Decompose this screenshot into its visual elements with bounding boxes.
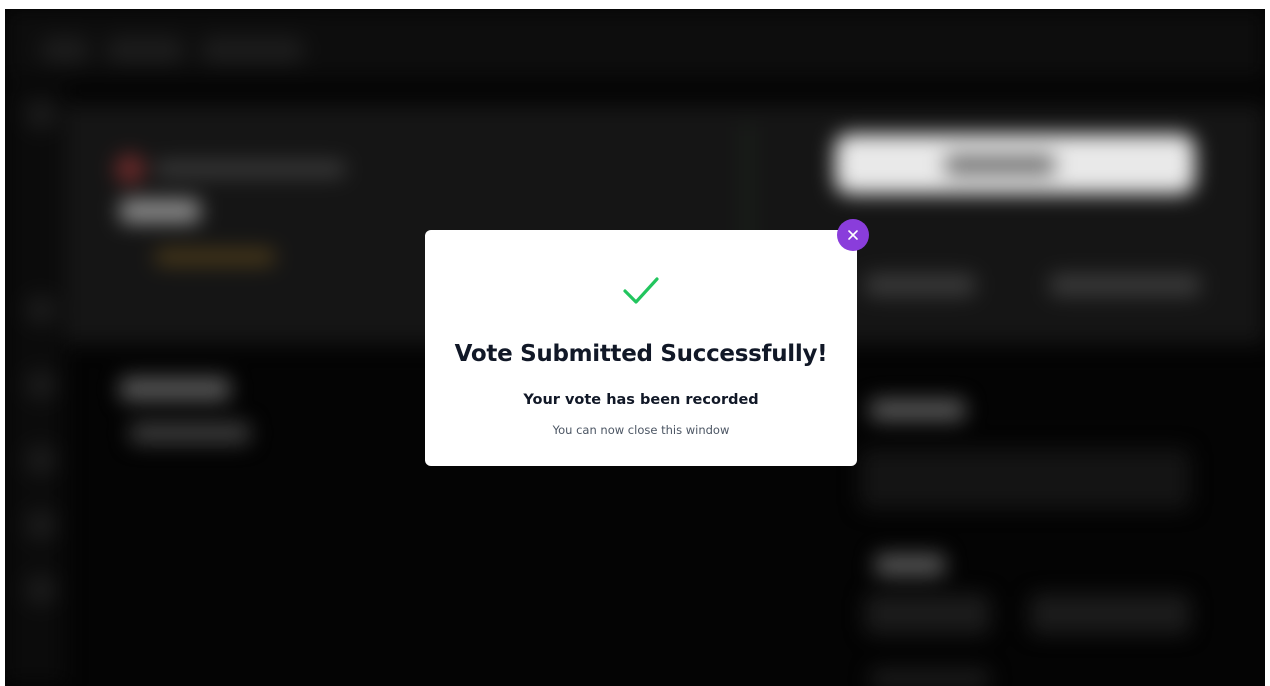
background-heading: [120, 199, 200, 223]
background-card: [1030, 594, 1190, 634]
background-sidebar-icon: [25, 574, 57, 606]
background-card: [865, 594, 990, 634]
vote-success-modal: Vote Submitted Successfully! Your vote h…: [425, 230, 857, 466]
background-button: [1050, 274, 1200, 296]
background-nav-pill: [40, 37, 90, 63]
background-sidebar-icon: [25, 444, 57, 476]
background-button: [865, 274, 975, 296]
modal-title: Vote Submitted Successfully!: [454, 341, 828, 367]
background-card: [870, 669, 990, 686]
background-nav-pill: [105, 37, 185, 63]
modal-hint: You can now close this window: [552, 423, 730, 437]
background-section-title: [870, 399, 965, 421]
background-card: [860, 449, 1190, 509]
background-nav-pill: [200, 37, 305, 63]
background-section-title: [120, 377, 230, 401]
background-input-text: [945, 154, 1055, 176]
modal-subtitle: Your vote has been recorded: [523, 392, 759, 408]
background-chip: [130, 422, 250, 444]
background-avatar: [115, 154, 145, 184]
check-icon: [623, 277, 659, 304]
close-icon: [848, 230, 858, 240]
background-sidebar-icon: [25, 99, 57, 131]
app-viewport: Vote Submitted Successfully! Your vote h…: [5, 9, 1265, 686]
background-sidebar-icon: [25, 369, 57, 401]
background-section-title: [875, 554, 945, 576]
close-button[interactable]: [837, 219, 869, 251]
background-sidebar-icon: [25, 294, 57, 326]
background-topbar: [5, 9, 1265, 79]
background-text: [155, 161, 345, 177]
background-sidebar-icon: [25, 509, 57, 541]
background-badge: [155, 249, 275, 265]
